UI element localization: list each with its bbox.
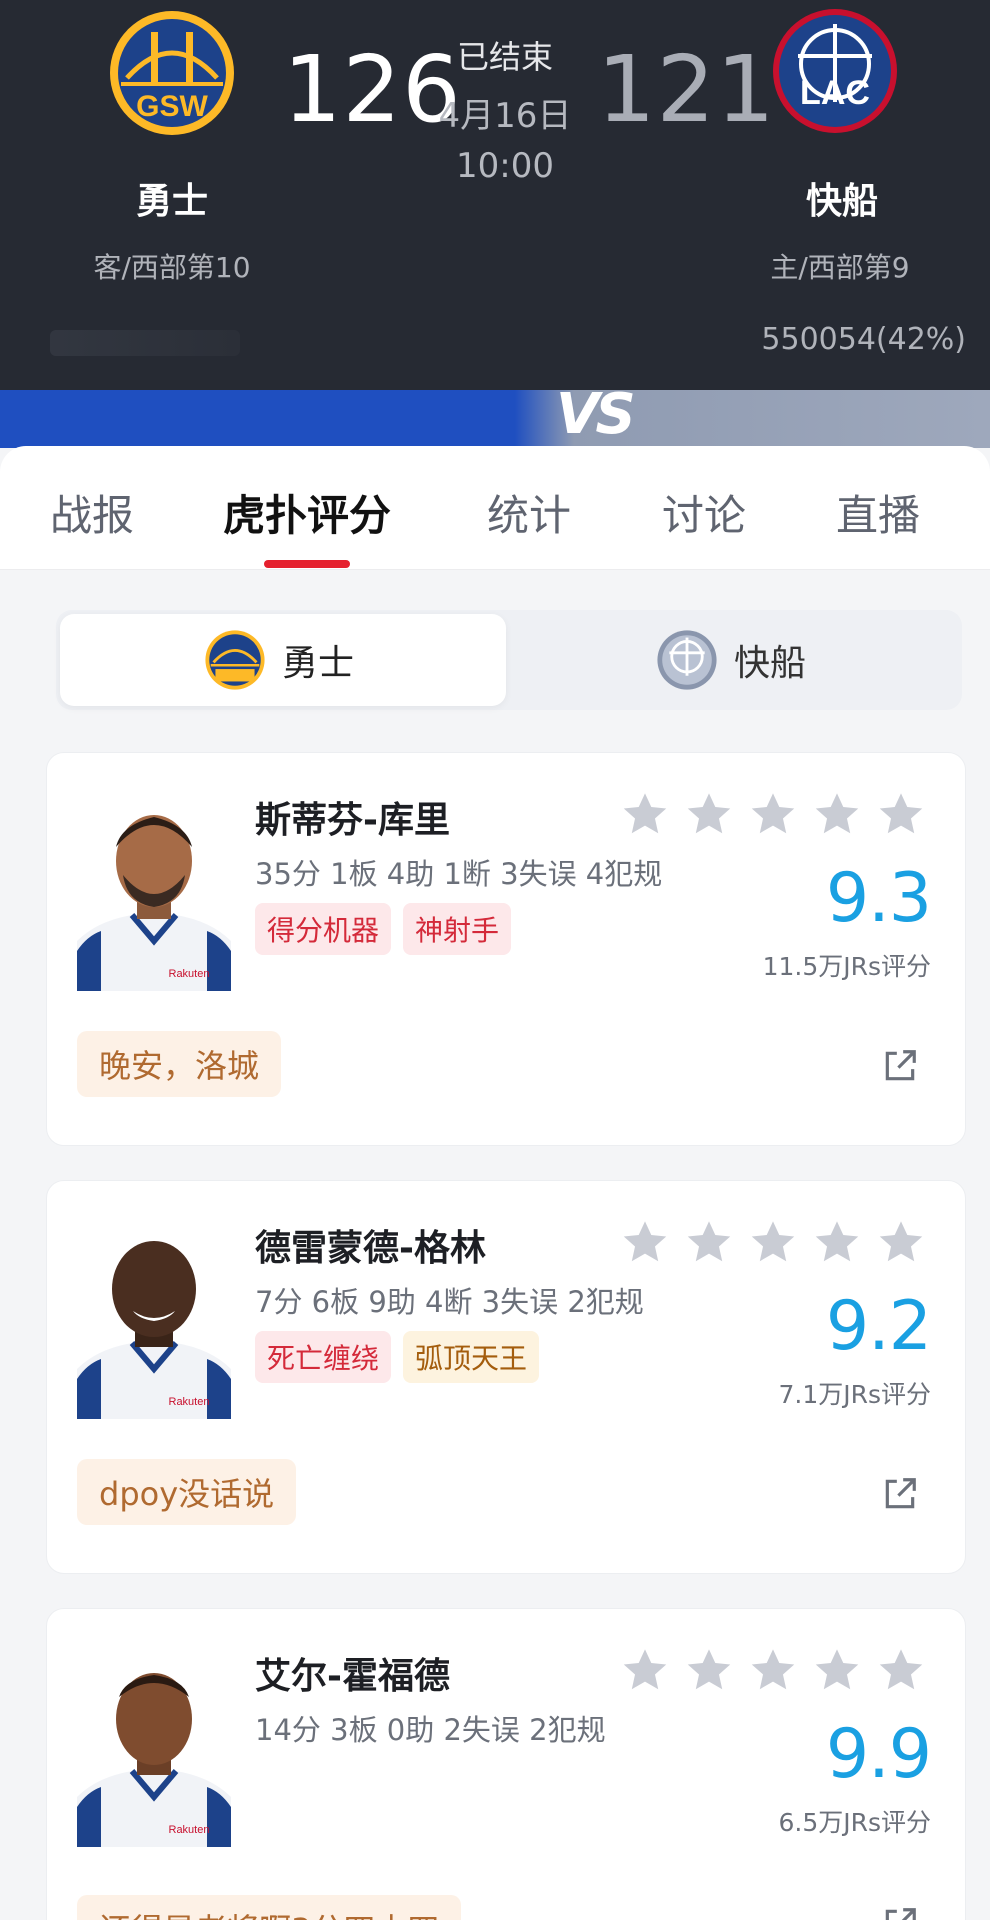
star-icon[interactable] (747, 789, 799, 841)
svg-text:Rakuten: Rakuten (169, 1396, 210, 1408)
player-card[interactable]: Rakuten 德雷蒙德-格林 7分 6板 9助 4断 3失误 2犯规 死亡缠绕… (46, 1180, 966, 1574)
star-icon[interactable] (811, 1645, 863, 1697)
player-name: 德雷蒙德-格林 (255, 1228, 486, 1269)
rating-count: 7.1万JRs评分 (778, 1380, 931, 1409)
team-switch-home[interactable]: 勇士 (204, 610, 354, 710)
player-rating: 9.9 (825, 1715, 932, 1794)
rating-stars[interactable] (619, 1217, 927, 1269)
star-icon[interactable] (747, 1217, 799, 1269)
star-icon[interactable] (683, 1217, 735, 1269)
star-icon[interactable] (619, 789, 671, 841)
share-icon[interactable] (881, 1047, 919, 1085)
player-tags: 得分机器 神射手 (255, 903, 512, 955)
rating-count: 11.5万JRs评分 (762, 952, 931, 981)
rating-stars[interactable] (619, 789, 927, 841)
star-icon[interactable] (619, 1217, 671, 1269)
lac-logo-icon (657, 630, 717, 690)
game-header: GSW 126 已结束 4月16日 10:00 121 LAC 勇士 快船 客/… (0, 0, 990, 390)
team-switch-away-label: 快船 (734, 643, 807, 684)
vote-count: 550054(42%) (761, 322, 966, 357)
team-switch-home-label: 勇士 (282, 643, 355, 684)
svg-text:GSW: GSW (136, 90, 208, 123)
star-icon[interactable] (811, 789, 863, 841)
tab-live[interactable]: 直播 (836, 482, 920, 543)
blurred-vote-bar (50, 330, 240, 356)
away-score: 121 (597, 36, 776, 143)
player-photo: Rakuten (77, 1219, 231, 1419)
player-stats: 14分 3板 0助 2失误 2犯规 (255, 1713, 606, 1747)
player-card[interactable]: Rakuten 斯蒂芬-库里 35分 1板 4助 1断 3失误 4犯规 得分机器… (46, 752, 966, 1146)
star-icon[interactable] (875, 1645, 927, 1697)
gsw-logo-icon: GSW (110, 11, 234, 135)
home-team-name[interactable]: 勇士 (72, 172, 272, 224)
star-icon[interactable] (619, 1645, 671, 1697)
player-photo: Rakuten (77, 1647, 231, 1847)
top-comment[interactable]: 还得是老将啊3分四中四 (77, 1895, 462, 1920)
team-switch-away[interactable]: 快船 (656, 610, 806, 710)
svg-text:LAC: LAC (800, 74, 870, 112)
rating-stars[interactable] (619, 1645, 927, 1697)
home-team-rank: 客/西部第10 (93, 251, 251, 284)
game-time: 10:00 (456, 146, 554, 186)
top-comment[interactable]: dpoy没话说 (77, 1459, 297, 1525)
tab-ratings[interactable]: 虎扑评分 (223, 482, 391, 543)
player-card[interactable]: Rakuten 艾尔-霍福德 14分 3板 0助 2失误 2犯规 9.9 6.5… (46, 1608, 966, 1920)
lac-logo-icon: LAC (773, 9, 897, 133)
rating-count: 6.5万JRs评分 (778, 1808, 931, 1837)
star-icon[interactable] (747, 1645, 799, 1697)
player-rating: 9.2 (825, 1287, 932, 1366)
share-icon[interactable] (881, 1905, 919, 1920)
vs-label: VS (556, 382, 636, 447)
player-tag[interactable]: 死亡缠绕 (255, 1331, 392, 1383)
player-stats: 7分 6板 9助 4断 3失误 2犯规 (255, 1285, 644, 1319)
player-photo: Rakuten (77, 791, 231, 991)
tab-bar: 战报 虎扑评分 统计 讨论 直播 (0, 446, 990, 570)
team-switch: 勇士 快船 (56, 610, 962, 710)
vs-bar (0, 390, 990, 448)
player-name: 斯蒂芬-库里 (255, 800, 450, 841)
tab-report[interactable]: 战报 (50, 482, 134, 543)
top-comment[interactable]: 晚安，洛城 (77, 1031, 282, 1097)
game-date: 4月16日 (438, 96, 572, 136)
star-icon[interactable] (683, 1645, 735, 1697)
player-name: 艾尔-霍福德 (255, 1656, 450, 1697)
svg-text:Rakuten: Rakuten (169, 1824, 210, 1836)
gsw-logo-icon (205, 630, 265, 690)
player-tags: 死亡缠绕 弧顶天王 (255, 1331, 540, 1383)
star-icon[interactable] (875, 1217, 927, 1269)
player-tag[interactable]: 神射手 (403, 903, 512, 955)
away-team-name[interactable]: 快船 (742, 172, 942, 224)
away-team-rank: 主/西部第9 (770, 251, 910, 284)
svg-text:Rakuten: Rakuten (169, 968, 210, 980)
tab-discussion[interactable]: 讨论 (662, 482, 746, 543)
star-icon[interactable] (811, 1217, 863, 1269)
tab-stats[interactable]: 统计 (487, 482, 571, 543)
active-tab-indicator (264, 560, 350, 568)
player-stats: 35分 1板 4助 1断 3失误 4犯规 (255, 857, 663, 891)
player-rating: 9.3 (825, 859, 932, 938)
share-icon[interactable] (881, 1475, 919, 1513)
star-icon[interactable] (683, 789, 735, 841)
game-status: 已结束 (456, 38, 553, 76)
star-icon[interactable] (875, 789, 927, 841)
player-tag[interactable]: 弧顶天王 (403, 1331, 540, 1383)
player-tag[interactable]: 得分机器 (255, 903, 392, 955)
